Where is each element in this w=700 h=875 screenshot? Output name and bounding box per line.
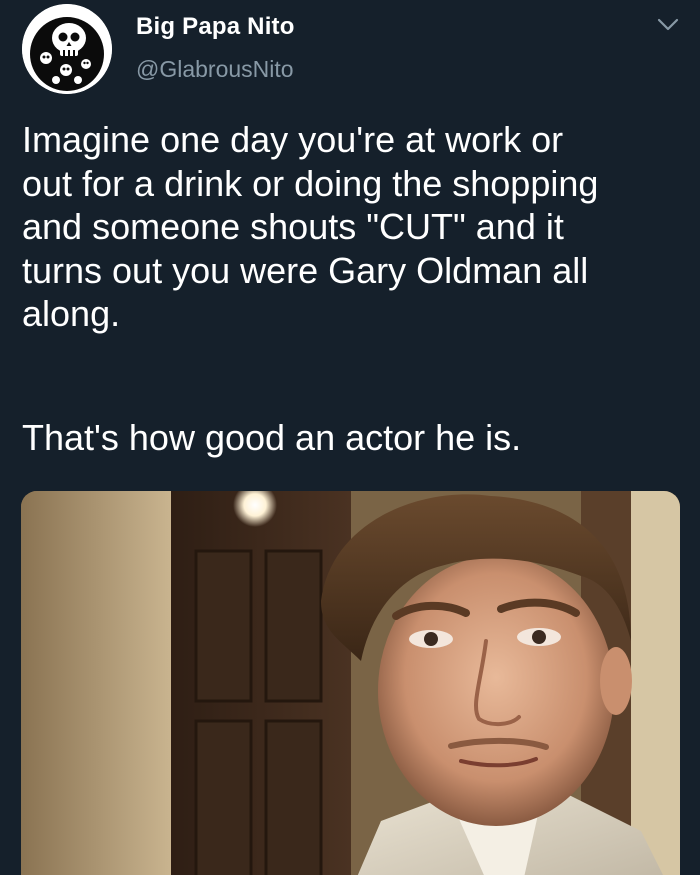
more-options-button[interactable] [648,10,688,40]
tweet-photo[interactable] [21,491,680,875]
photo-illustration [21,491,680,875]
author-handle[interactable]: @GlabrousNito [136,56,294,83]
chevron-down-icon [657,18,679,31]
author-display-name[interactable]: Big Papa Nito [136,13,295,41]
tweet-text: Imagine one day you're at work or out fo… [22,119,599,334]
avatar[interactable] [22,4,112,94]
tweet-card: Big Papa Nito @GlabrousNito Imagine one … [0,0,700,875]
tweet-text-closing: That's how good an actor he is. [22,417,522,458]
skull-icon [22,4,112,94]
